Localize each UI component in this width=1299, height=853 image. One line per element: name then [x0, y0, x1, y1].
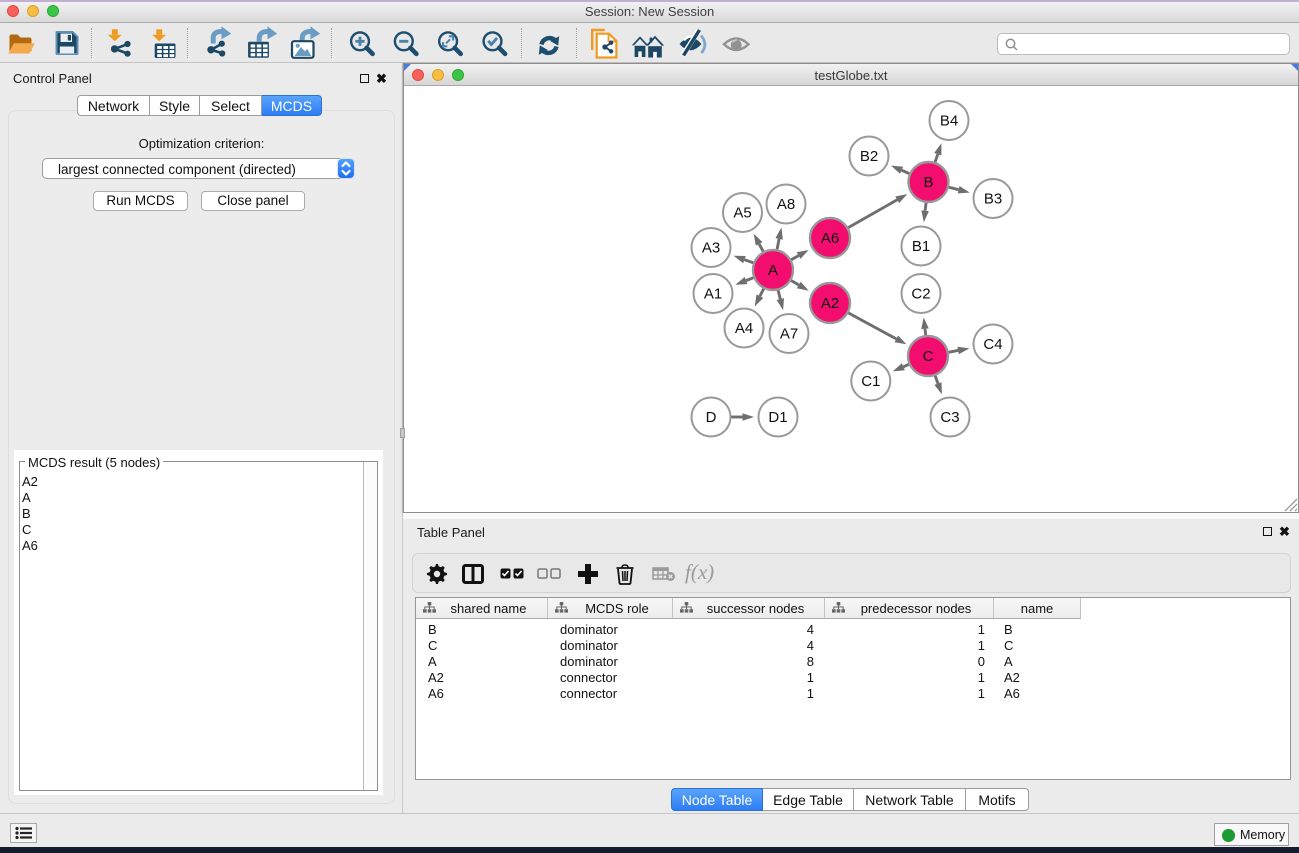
- svg-text:C: C: [923, 348, 934, 365]
- svg-text:B3: B3: [984, 191, 1002, 208]
- svg-text:D1: D1: [768, 409, 787, 426]
- svg-text:C3: C3: [940, 409, 959, 426]
- svg-text:A2: A2: [821, 295, 839, 312]
- svg-text:C4: C4: [983, 336, 1002, 353]
- svg-text:C1: C1: [861, 373, 880, 390]
- svg-text:B4: B4: [940, 113, 958, 130]
- svg-text:A8: A8: [777, 196, 795, 213]
- svg-text:A4: A4: [735, 320, 753, 337]
- svg-text:B: B: [923, 174, 933, 191]
- svg-text:A6: A6: [821, 230, 839, 247]
- svg-text:A: A: [768, 262, 778, 279]
- svg-text:C2: C2: [911, 286, 930, 303]
- svg-text:D: D: [706, 409, 717, 426]
- svg-text:A5: A5: [733, 205, 751, 222]
- svg-text:B2: B2: [860, 148, 878, 165]
- svg-text:A7: A7: [780, 326, 798, 343]
- svg-text:A3: A3: [702, 240, 720, 257]
- svg-text:B1: B1: [912, 238, 930, 255]
- svg-text:A1: A1: [704, 286, 722, 303]
